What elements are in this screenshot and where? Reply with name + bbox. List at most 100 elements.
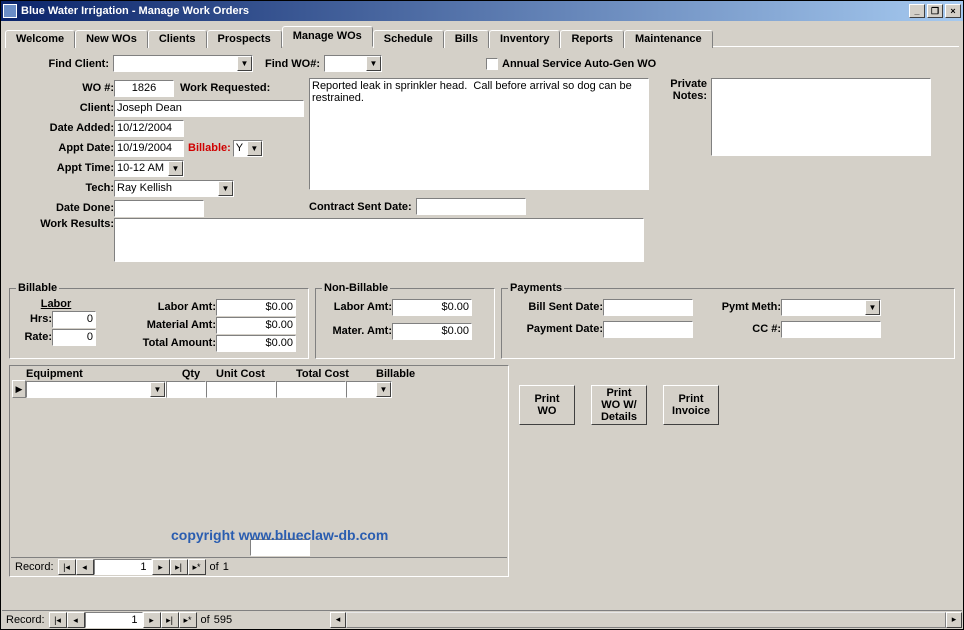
find-client-label: Find Client: (9, 58, 109, 70)
billable-label: Billable: (188, 142, 231, 154)
nb-labor-amt-label: Labor Amt: (322, 301, 392, 313)
pymt-meth-combo[interactable]: ▼ (781, 299, 881, 316)
payments-legend: Payments (508, 282, 564, 294)
nav-next-icon[interactable]: ▸ (152, 559, 170, 575)
bill-sent-label: Bill Sent Date: (508, 301, 603, 313)
chevron-down-icon[interactable]: ▼ (247, 141, 262, 156)
total-amt-label: Total Amount: (116, 337, 216, 349)
chevron-down-icon[interactable]: ▼ (218, 181, 233, 196)
labor-amt-field[interactable] (216, 299, 296, 316)
chevron-down-icon[interactable]: ▼ (376, 382, 391, 397)
material-amt-label: Material Amt: (116, 319, 216, 331)
nb-mater-amt-field[interactable] (392, 323, 472, 340)
minimize-button[interactable]: _ (909, 4, 925, 18)
wo-num-field[interactable] (114, 80, 174, 97)
total-cost-field[interactable] (276, 381, 346, 398)
hrs-label: Hrs: (16, 313, 52, 325)
labor-amt-label: Labor Amt: (116, 301, 216, 313)
close-button[interactable]: × (945, 4, 961, 18)
appt-time-combo[interactable]: ▼ (114, 160, 184, 177)
scroll-left-icon[interactable]: ◂ (330, 612, 346, 628)
equipment-combo[interactable]: ▼ (26, 381, 166, 398)
chevron-down-icon[interactable]: ▼ (865, 300, 880, 315)
work-results-textarea[interactable] (114, 218, 644, 262)
tech-field[interactable] (114, 180, 234, 197)
date-done-field[interactable] (114, 200, 204, 217)
hscrollbar[interactable] (346, 612, 946, 628)
billable-combo[interactable]: ▼ (233, 140, 263, 157)
of-label-outer: of (197, 614, 214, 626)
tab-new-wos[interactable]: New WOs (75, 30, 148, 48)
tab-welcome[interactable]: Welcome (5, 30, 75, 48)
nonbillable-group: Non-Billable Labor Amt: Mater. Amt: (315, 282, 495, 359)
col-qty: Qty (166, 368, 216, 380)
tab-reports[interactable]: Reports (560, 30, 624, 48)
find-client-input[interactable] (113, 55, 253, 72)
cc-label: CC #: (701, 323, 781, 335)
billable-legend: Billable (16, 282, 59, 294)
rate-field[interactable] (52, 329, 96, 346)
cc-field[interactable] (781, 321, 881, 338)
nb-labor-amt-field[interactable] (392, 299, 472, 316)
nav-prev-icon[interactable]: ◂ (67, 612, 85, 628)
tab-prospects[interactable]: Prospects (207, 30, 282, 48)
pymt-meth-label: Pymt Meth: (701, 301, 781, 313)
find-wo-combo[interactable]: ▼ (324, 55, 382, 72)
bill-sent-field[interactable] (603, 299, 693, 316)
nav-first-icon[interactable]: |◂ (58, 559, 76, 575)
restore-button[interactable]: ❐ (927, 4, 943, 18)
record-nav-inner: Record: |◂ ◂ 1 ▸ ▸| ▸* of 1 (11, 557, 507, 575)
tab-maintenance[interactable]: Maintenance (624, 30, 713, 48)
nav-first-icon[interactable]: |◂ (49, 612, 67, 628)
unit-cost-field[interactable] (206, 381, 276, 398)
payment-date-field[interactable] (603, 321, 693, 338)
nav-next-icon[interactable]: ▸ (143, 612, 161, 628)
private-notes-textarea[interactable] (711, 78, 931, 156)
tab-schedule[interactable]: Schedule (373, 30, 444, 48)
print-wo-button[interactable]: Print WO (519, 385, 575, 425)
qty-field[interactable] (166, 381, 206, 398)
chevron-down-icon[interactable]: ▼ (150, 382, 165, 397)
contract-sent-field[interactable] (416, 198, 526, 215)
row-selector-icon[interactable]: ▶ (12, 380, 26, 398)
tab-clients[interactable]: Clients (148, 30, 207, 48)
tab-bills[interactable]: Bills (444, 30, 489, 48)
col-total-cost: Total Cost (296, 368, 376, 380)
app-icon (3, 4, 17, 18)
titlebar: Blue Water Irrigation - Manage Work Orde… (1, 1, 963, 21)
payment-date-label: Payment Date: (508, 323, 603, 335)
nav-prev-icon[interactable]: ◂ (76, 559, 94, 575)
of-label-inner: of (206, 561, 223, 573)
row-billable-combo[interactable]: ▼ (346, 381, 392, 398)
labor-header: Labor (16, 298, 96, 310)
nav-new-icon[interactable]: ▸* (188, 559, 206, 575)
record-nav-outer: Record: |◂ ◂ 1 ▸ ▸| ▸* of 595 ◂ ▸ (2, 610, 962, 628)
tech-combo[interactable]: ▼ (114, 180, 234, 197)
material-amt-field[interactable] (216, 317, 296, 334)
nonbillable-legend: Non-Billable (322, 282, 390, 294)
chevron-down-icon[interactable]: ▼ (237, 56, 252, 71)
tab-inventory[interactable]: Inventory (489, 30, 561, 48)
scroll-right-icon[interactable]: ▸ (946, 612, 962, 628)
work-requested-textarea[interactable]: Reported leak in sprinkler head. Call be… (309, 78, 649, 190)
nav-last-icon[interactable]: ▸| (170, 559, 188, 575)
client-field[interactable] (114, 100, 304, 117)
tab-manage-wos[interactable]: Manage WOs (282, 26, 373, 47)
chevron-down-icon[interactable]: ▼ (168, 161, 183, 176)
annual-service-checkbox[interactable] (486, 58, 498, 70)
date-added-field[interactable] (114, 120, 184, 137)
print-invoice-button[interactable]: Print Invoice (663, 385, 719, 425)
date-done-label: Date Done: (9, 202, 114, 214)
print-wo-details-button[interactable]: Print WO W/ Details (591, 385, 647, 425)
chevron-down-icon[interactable]: ▼ (366, 56, 381, 71)
record-pos-outer[interactable]: 1 (85, 612, 143, 628)
appt-date-field[interactable] (114, 140, 184, 157)
record-pos-inner[interactable]: 1 (94, 559, 152, 575)
annual-service-label: Annual Service Auto-Gen WO (502, 58, 656, 70)
hrs-field[interactable] (52, 311, 96, 328)
find-client-combo[interactable]: ▼ (113, 55, 253, 72)
total-amt-field[interactable] (216, 335, 296, 352)
nav-last-icon[interactable]: ▸| (161, 612, 179, 628)
nav-new-icon[interactable]: ▸* (179, 612, 197, 628)
equipment-field[interactable] (26, 381, 166, 398)
